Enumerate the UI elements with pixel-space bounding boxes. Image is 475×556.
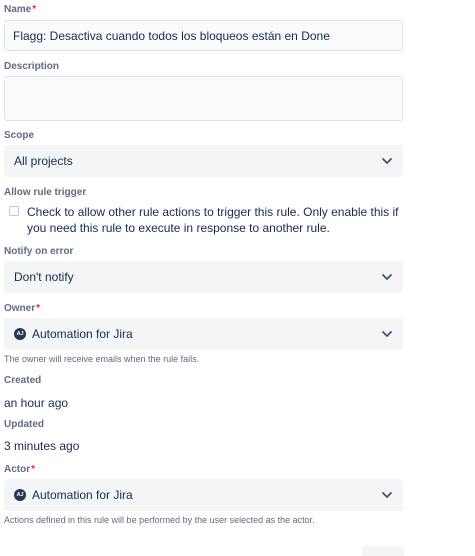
required-mark: * [36, 303, 41, 314]
actor-label: Actor* [4, 464, 35, 476]
avatar-icon: AJ [14, 328, 26, 340]
actor-select[interactable]: AJ Automation for Jira [4, 479, 403, 511]
allow-rule-trigger-label: Allow rule trigger [4, 187, 87, 198]
description-label: Description [4, 61, 60, 72]
actor-label-text: Actor [4, 464, 31, 475]
updated-value: 3 minutes ago [4, 439, 80, 453]
created-label: Created [4, 375, 42, 386]
owner-label: Owner* [4, 303, 40, 315]
owner-select-value: AJ Automation for Jira [14, 327, 381, 341]
chevron-down-icon [381, 328, 393, 340]
actor-select-value: AJ Automation for Jira [14, 488, 381, 502]
notify-on-error-select[interactable]: Don't notify [4, 261, 403, 293]
scope-label: Scope [4, 130, 35, 141]
owner-label-text: Owner [4, 303, 36, 314]
name-label: Name* [4, 4, 36, 16]
actor-helper-text: Actions defined in this rule will be per… [4, 515, 315, 525]
scope-select-value: All projects [14, 154, 73, 168]
chevron-down-icon [381, 271, 393, 283]
created-value: an hour ago [4, 396, 69, 410]
owner-helper-text: The owner will receive emails when the r… [4, 354, 200, 364]
notify-on-error-value: Don't notify [14, 270, 74, 284]
required-mark: * [31, 464, 36, 475]
notify-on-error-label: Notify on error [4, 246, 74, 257]
avatar-icon: AJ [14, 489, 26, 501]
allow-rule-trigger-checkbox[interactable] [9, 206, 19, 216]
required-mark: * [32, 4, 37, 15]
chevron-down-icon [381, 489, 393, 501]
footer-button[interactable] [362, 546, 404, 556]
owner-select[interactable]: AJ Automation for Jira [4, 318, 403, 350]
name-input[interactable]: Flagg: Desactiva cuando todos los bloque… [4, 20, 403, 51]
updated-label: Updated [4, 419, 44, 430]
scope-select[interactable]: All projects [4, 145, 403, 177]
name-label-text: Name [4, 4, 32, 15]
chevron-down-icon [381, 155, 393, 167]
owner-name: Automation for Jira [32, 327, 133, 341]
name-input-value: Flagg: Desactiva cuando todos los bloque… [13, 28, 330, 43]
description-textarea[interactable] [4, 76, 403, 121]
actor-name: Automation for Jira [32, 488, 133, 502]
allow-rule-trigger-text: Check to allow other rule actions to tri… [27, 205, 399, 235]
